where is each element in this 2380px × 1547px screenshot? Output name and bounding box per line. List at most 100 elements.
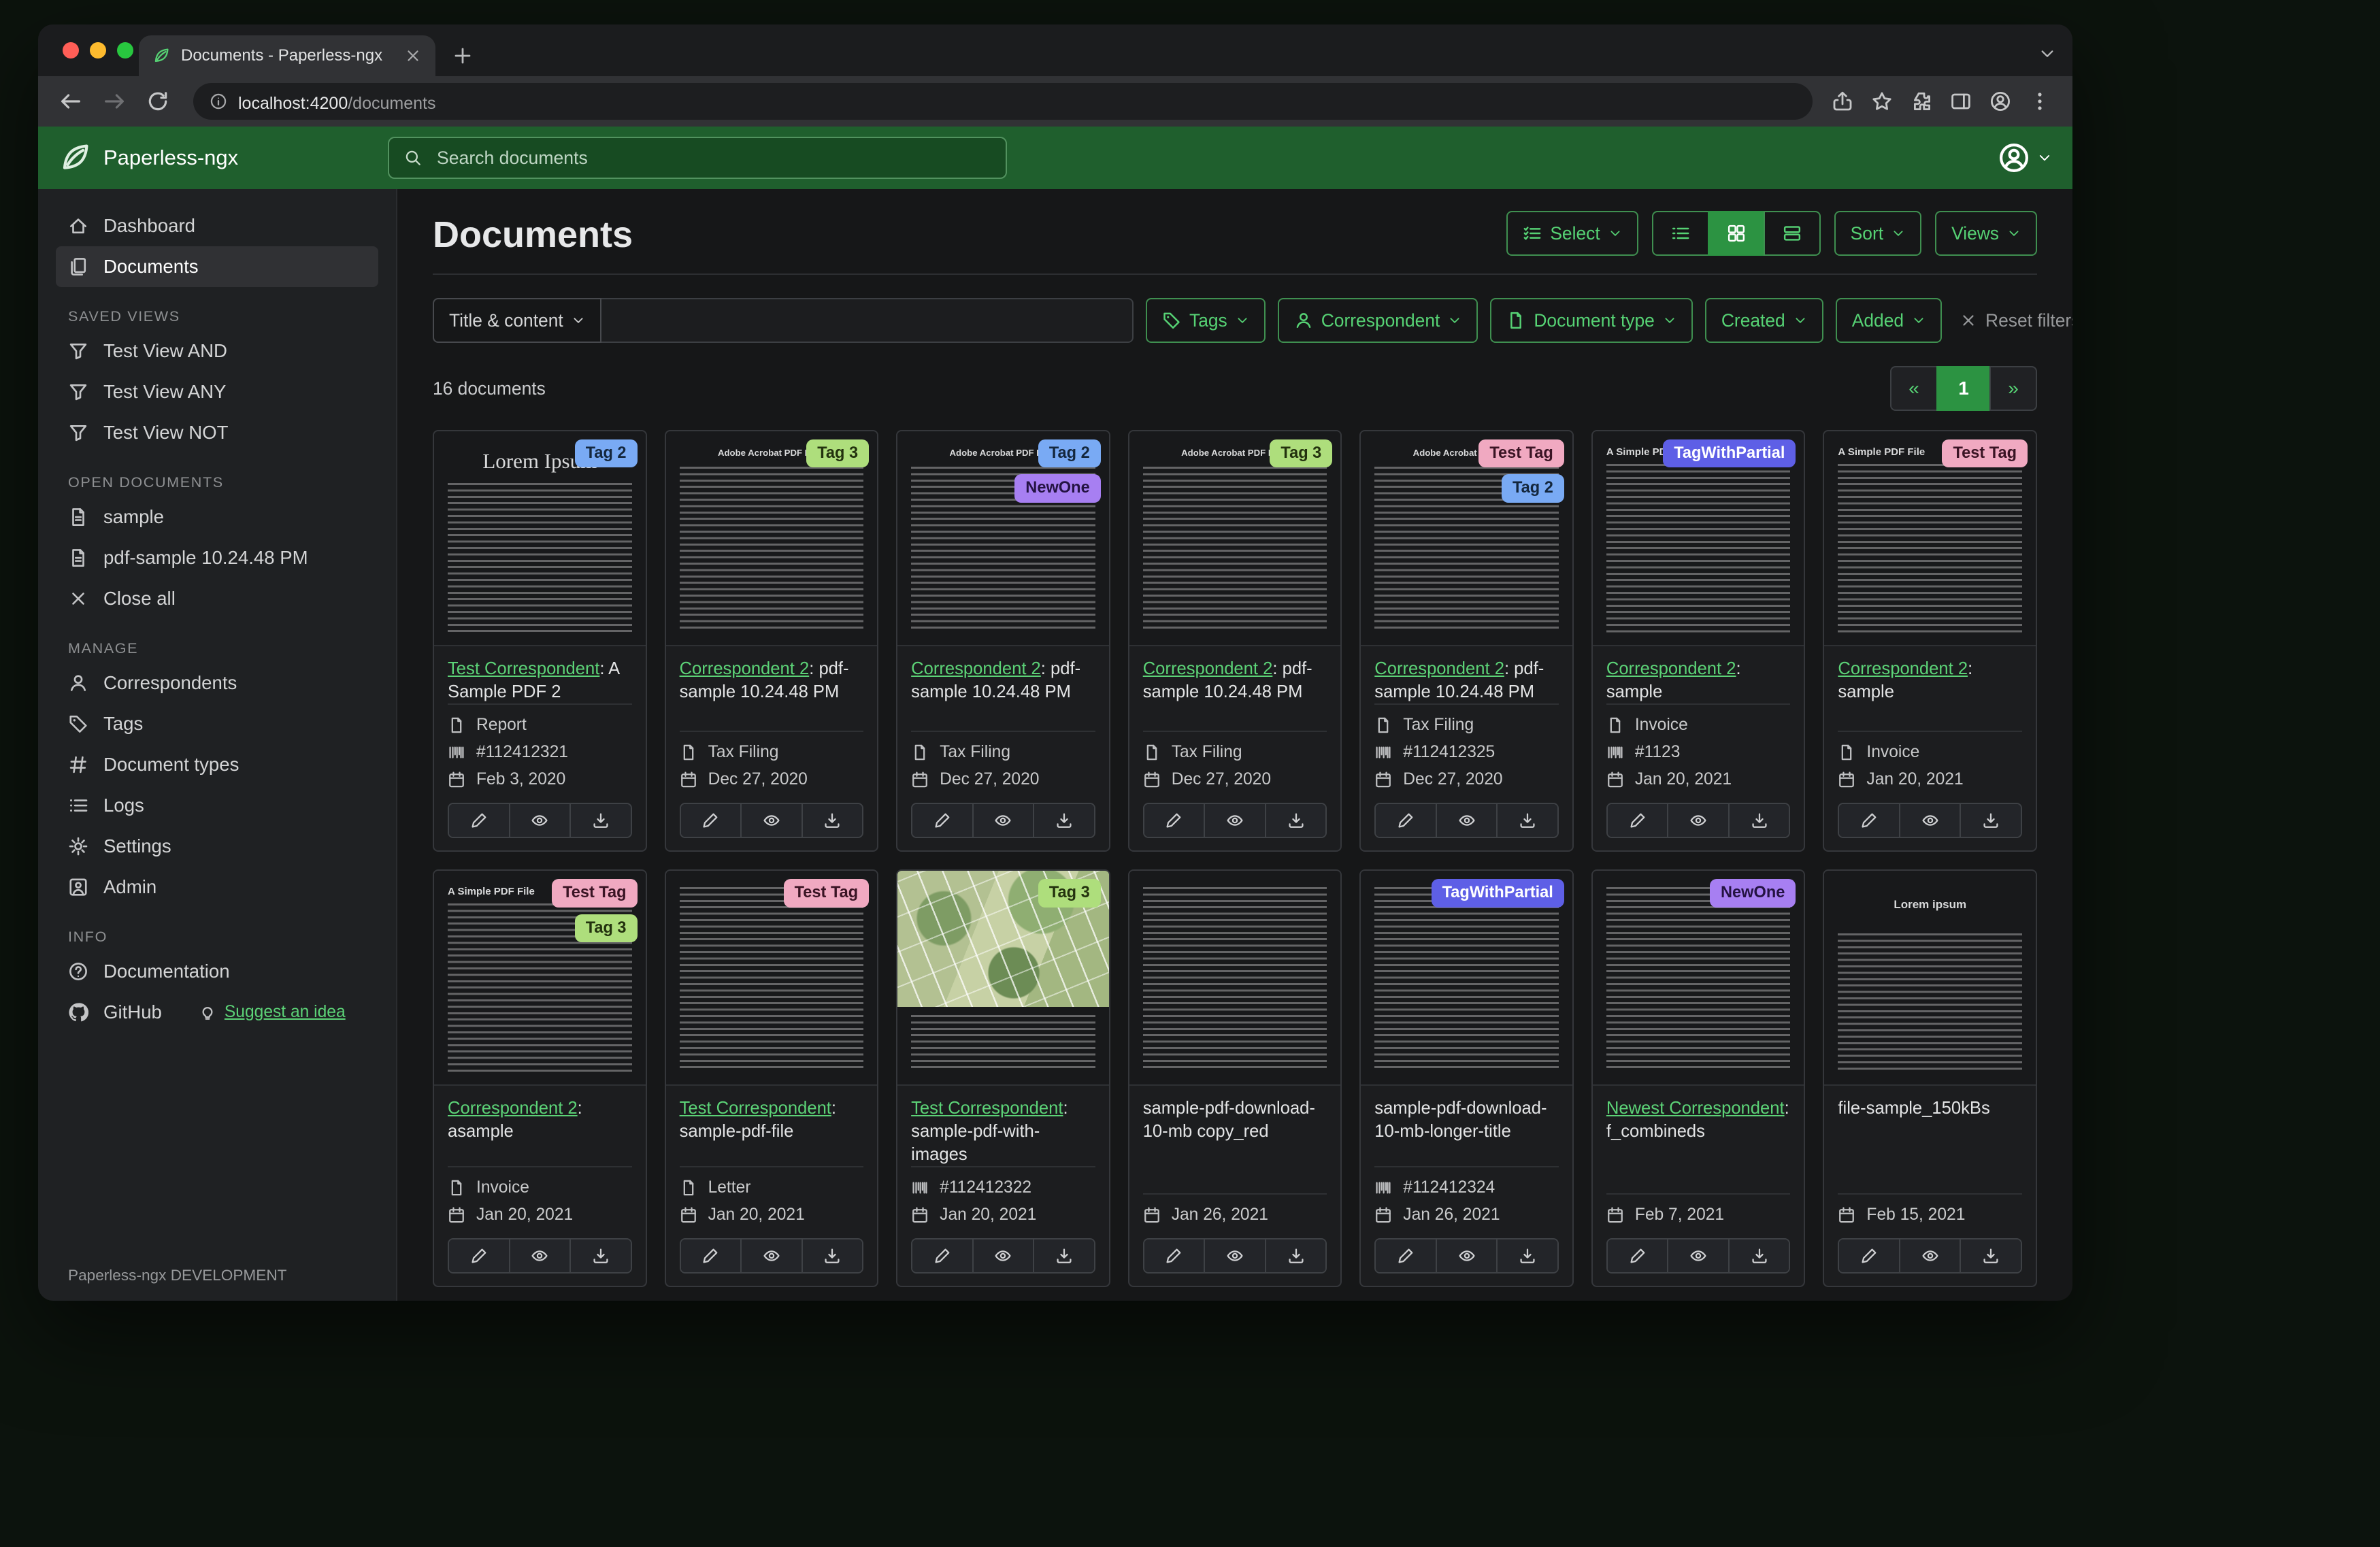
edit-button[interactable]	[1144, 804, 1204, 837]
list-view-button[interactable]	[1651, 211, 1709, 256]
back-button[interactable]	[59, 89, 83, 114]
download-button[interactable]	[1728, 804, 1789, 837]
document-thumbnail[interactable]: A Simple PDF File TagWithPartial	[1592, 431, 1804, 646]
correspondent-link[interactable]: Test Correspondent	[911, 1099, 1063, 1118]
download-button[interactable]	[801, 1240, 863, 1273]
sidebar-item-dashboard[interactable]: Dashboard	[56, 205, 378, 246]
document-card[interactable]: NewOne Newest Correspondent: f_combineds…	[1591, 869, 1806, 1288]
tag-badge[interactable]: Test Tag	[1942, 439, 2028, 468]
tag-badge[interactable]: TagWithPartial	[1431, 879, 1564, 908]
details-view-button[interactable]	[1763, 211, 1821, 256]
correspondent-link[interactable]: Correspondent 2	[1143, 659, 1273, 678]
browser-menu-icon[interactable]	[2029, 90, 2051, 112]
document-title[interactable]: file-sample_150kBs	[1838, 1097, 2022, 1143]
document-thumbnail[interactable]	[1129, 871, 1341, 1086]
sidebar-item-admin[interactable]: Admin	[56, 867, 378, 908]
tag-badge[interactable]: Tag 3	[574, 914, 638, 943]
tag-badge[interactable]: Test Tag	[552, 879, 638, 908]
edit-button[interactable]	[912, 1240, 972, 1273]
search-input[interactable]	[434, 146, 991, 170]
document-thumbnail[interactable]: Lorem ipsum	[1824, 871, 2036, 1086]
edit-button[interactable]	[1839, 804, 1899, 837]
select-button[interactable]: Select	[1506, 211, 1638, 256]
tags-filter-button[interactable]: Tags	[1146, 298, 1266, 343]
tag-badge[interactable]: NewOne	[1014, 474, 1101, 503]
document-type-filter-button[interactable]: Document type	[1490, 298, 1693, 343]
edit-button[interactable]	[680, 804, 741, 837]
document-title[interactable]: Test Correspondent: A Sample PDF 2	[448, 657, 632, 703]
document-thumbnail[interactable]: A Simple PDF File Test Tag Tag 3	[434, 871, 646, 1086]
preview-button[interactable]	[508, 1240, 570, 1273]
filter-query-input[interactable]	[601, 298, 1134, 343]
document-title[interactable]: Correspondent 2: pdf-sample 10.24.48 PM	[1374, 657, 1559, 703]
correspondent-link[interactable]: Test Correspondent	[448, 659, 599, 678]
app-logo[interactable]: Paperless-ngx	[59, 142, 388, 174]
download-button[interactable]	[1960, 1240, 2021, 1273]
reload-button[interactable]	[146, 89, 170, 114]
download-button[interactable]	[569, 804, 631, 837]
download-button[interactable]	[1033, 804, 1094, 837]
sidebar-item-saved-view[interactable]: Test View NOT	[56, 412, 378, 453]
document-thumbnail[interactable]: Lorem Ipsum Tag 2	[434, 431, 646, 646]
tag-badge[interactable]: Tag 3	[806, 439, 870, 468]
edit-button[interactable]	[912, 804, 972, 837]
edit-button[interactable]	[1144, 1240, 1204, 1273]
previous-page-button[interactable]: «	[1890, 366, 1938, 411]
extensions-icon[interactable]	[1911, 90, 1932, 112]
document-card[interactable]: Adobe Acrobat PDF Files Tag 3 Correspond…	[1127, 430, 1342, 852]
preview-button[interactable]	[1898, 804, 1960, 837]
document-title[interactable]: sample-pdf-download-10-mb copy_red	[1143, 1097, 1327, 1143]
download-button[interactable]	[1496, 1240, 1557, 1273]
preview-button[interactable]	[1204, 1240, 1265, 1273]
tag-badge[interactable]: Test Tag	[1478, 439, 1564, 468]
document-card[interactable]: Lorem Ipsum Tag 2 Test Correspondent: A …	[433, 430, 647, 852]
preview-button[interactable]	[1898, 1240, 1960, 1273]
tab-search-button[interactable]	[2038, 45, 2056, 63]
correspondent-link[interactable]: Test Correspondent	[680, 1099, 831, 1118]
download-button[interactable]	[1728, 1240, 1789, 1273]
document-thumbnail[interactable]: Test Tag	[665, 871, 878, 1086]
correspondent-link[interactable]: Correspondent 2	[448, 1099, 578, 1118]
global-search[interactable]	[388, 137, 1007, 179]
document-title[interactable]: Newest Correspondent: f_combineds	[1606, 1097, 1791, 1143]
sidebar-item-open-document[interactable]: pdf-sample 10.24.48 PM	[56, 537, 378, 578]
document-title[interactable]: sample-pdf-download-10-mb-longer-title	[1374, 1097, 1559, 1143]
correspondent-link[interactable]: Correspondent 2	[1606, 659, 1736, 678]
sidebar-item-tags[interactable]: Tags	[56, 703, 378, 744]
browser-profile-icon[interactable]	[1989, 90, 2011, 112]
edit-button[interactable]	[1376, 1240, 1436, 1273]
document-card[interactable]: Test Tag Test Correspondent: sample-pdf-…	[664, 869, 879, 1288]
document-title[interactable]: Correspondent 2: pdf-sample 10.24.48 PM	[1143, 657, 1327, 703]
created-filter-button[interactable]: Created	[1704, 298, 1823, 343]
correspondent-filter-button[interactable]: Correspondent	[1277, 298, 1478, 343]
preview-button[interactable]	[1667, 804, 1728, 837]
download-button[interactable]	[1960, 804, 2021, 837]
document-thumbnail[interactable]: Adobe Acrobat PDF Files Tag 3	[665, 431, 878, 646]
close-window-button[interactable]	[63, 42, 79, 59]
edit-button[interactable]	[1607, 804, 1668, 837]
document-title[interactable]: Correspondent 2: sample	[1606, 657, 1791, 703]
preview-button[interactable]	[972, 1240, 1034, 1273]
correspondent-link[interactable]: Correspondent 2	[911, 659, 1041, 678]
tag-badge[interactable]: Test Tag	[783, 879, 870, 908]
download-button[interactable]	[569, 1240, 631, 1273]
address-bar[interactable]: localhost:4200/documents	[193, 83, 1813, 120]
added-filter-button[interactable]: Added	[1835, 298, 1943, 343]
document-thumbnail[interactable]: NewOne	[1592, 871, 1804, 1086]
document-card[interactable]: A Simple PDF File Test Tag Correspondent…	[1823, 430, 2037, 852]
tag-badge[interactable]: NewOne	[1710, 879, 1796, 908]
document-card[interactable]: TagWithPartial sample-pdf-download-10-mb…	[1359, 869, 1574, 1288]
filter-field-button[interactable]: Title & content	[433, 298, 601, 343]
document-title[interactable]: Test Correspondent: sample-pdf-file	[680, 1097, 864, 1143]
share-icon[interactable]	[1832, 90, 1853, 112]
preview-button[interactable]	[972, 804, 1034, 837]
edit-button[interactable]	[449, 804, 509, 837]
preview-button[interactable]	[508, 804, 570, 837]
tag-badge[interactable]: TagWithPartial	[1663, 439, 1796, 468]
sidebar-item-open-document[interactable]: sample	[56, 497, 378, 537]
sidebar-item-documents[interactable]: Documents	[56, 246, 378, 287]
tag-badge[interactable]: Tag 3	[1270, 439, 1333, 468]
user-menu[interactable]	[1998, 142, 2052, 174]
site-info-icon[interactable]	[210, 93, 227, 110]
edit-button[interactable]	[1376, 804, 1436, 837]
